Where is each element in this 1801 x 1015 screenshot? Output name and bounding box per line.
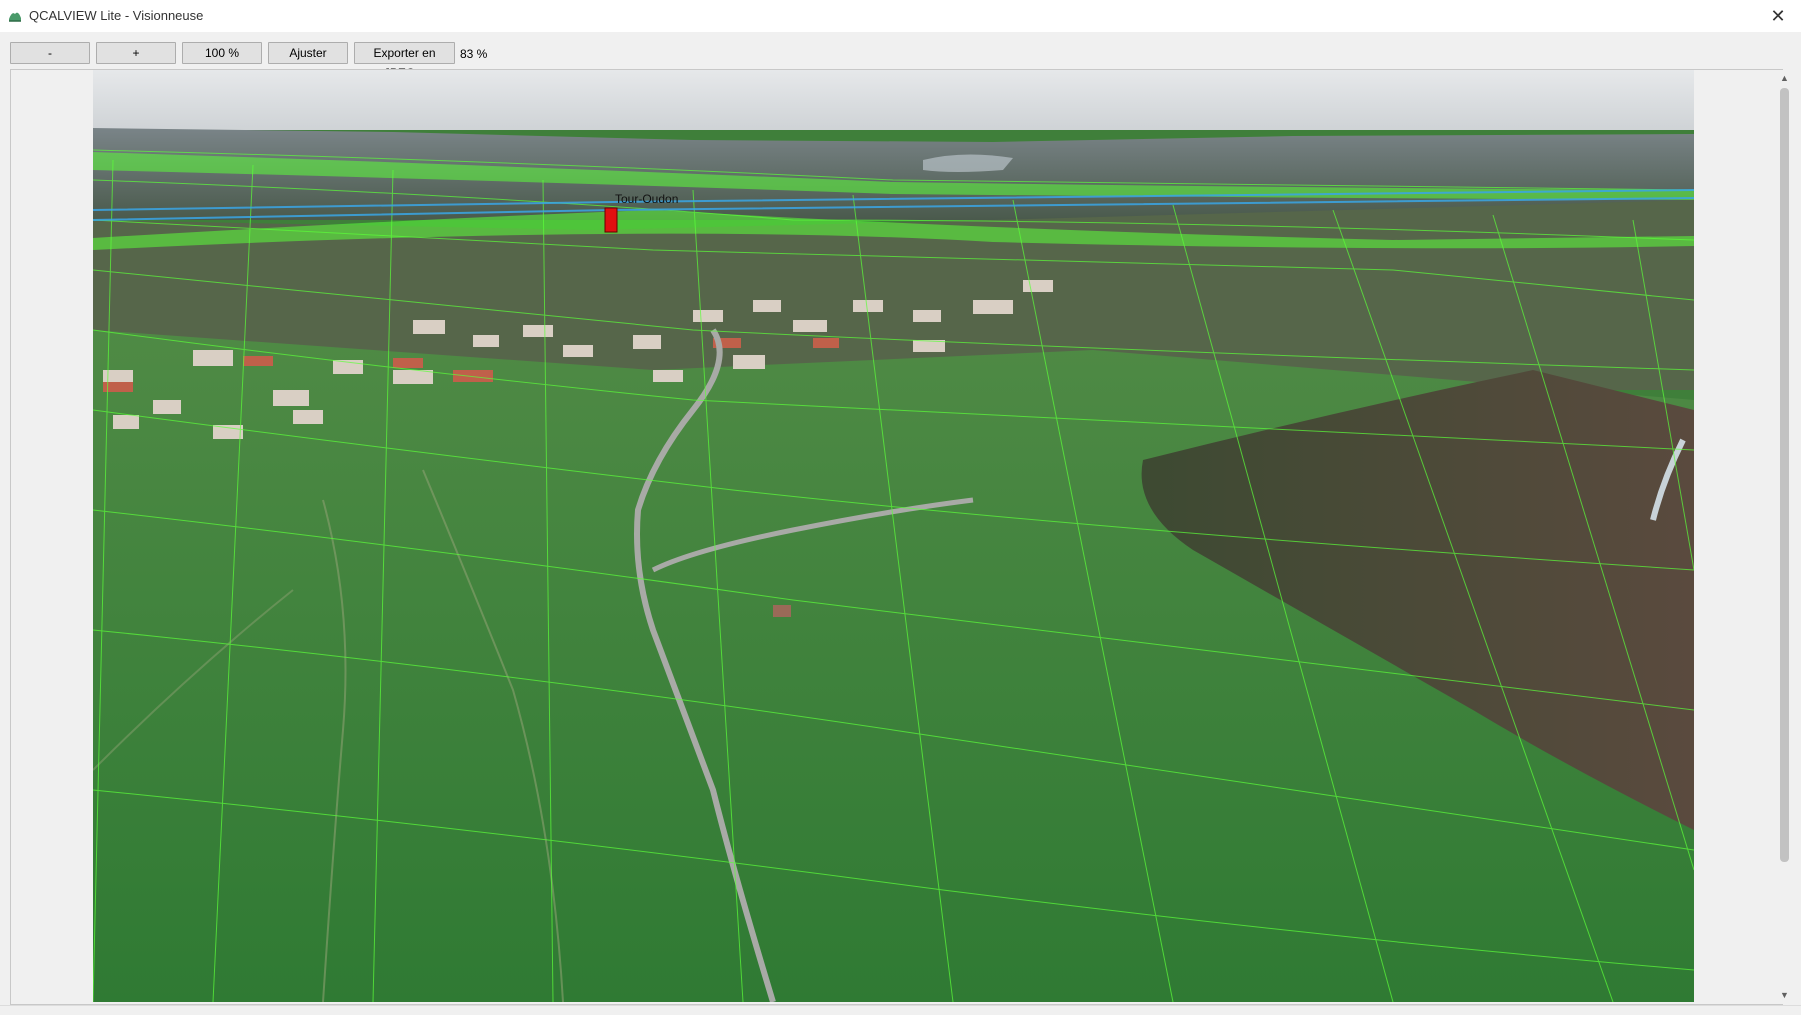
export-jpeg-button[interactable]: Exporter en JPEG...: [354, 42, 455, 80]
scroll-down-arrow-icon[interactable]: ▼: [1776, 987, 1793, 1004]
toolbar: - + 100 % Ajuster Exporter en JPEG... 83…: [0, 32, 1801, 80]
app-logo-icon: [9, 12, 21, 22]
zoom-level-label: 83 %: [460, 47, 488, 61]
aerial-photo[interactable]: Tour-Oudon: [93, 70, 1694, 1002]
fit-button[interactable]: Ajuster: [268, 42, 348, 64]
tour-oudon-label: Tour-Oudon: [615, 192, 678, 206]
tour-oudon-marker[interactable]: [604, 207, 618, 233]
zoom-out-button[interactable]: -: [10, 42, 90, 64]
vertical-scrollbar[interactable]: ▲ ▼: [1776, 70, 1793, 1004]
actual-size-button[interactable]: 100 %: [182, 42, 262, 64]
small-barn: [773, 605, 791, 617]
window-title: QCALVIEW Lite - Visionneuse: [29, 8, 204, 23]
zoom-in-button[interactable]: +: [96, 42, 176, 64]
aerial-scene: Tour-Oudon: [93, 70, 1694, 1002]
scroll-thumb[interactable]: [1780, 88, 1789, 862]
title-bar: QCALVIEW Lite - Visionneuse ✕: [0, 0, 1801, 32]
sky: [93, 70, 1694, 130]
scroll-up-arrow-icon[interactable]: ▲: [1776, 70, 1793, 87]
close-button[interactable]: ✕: [1755, 0, 1801, 32]
